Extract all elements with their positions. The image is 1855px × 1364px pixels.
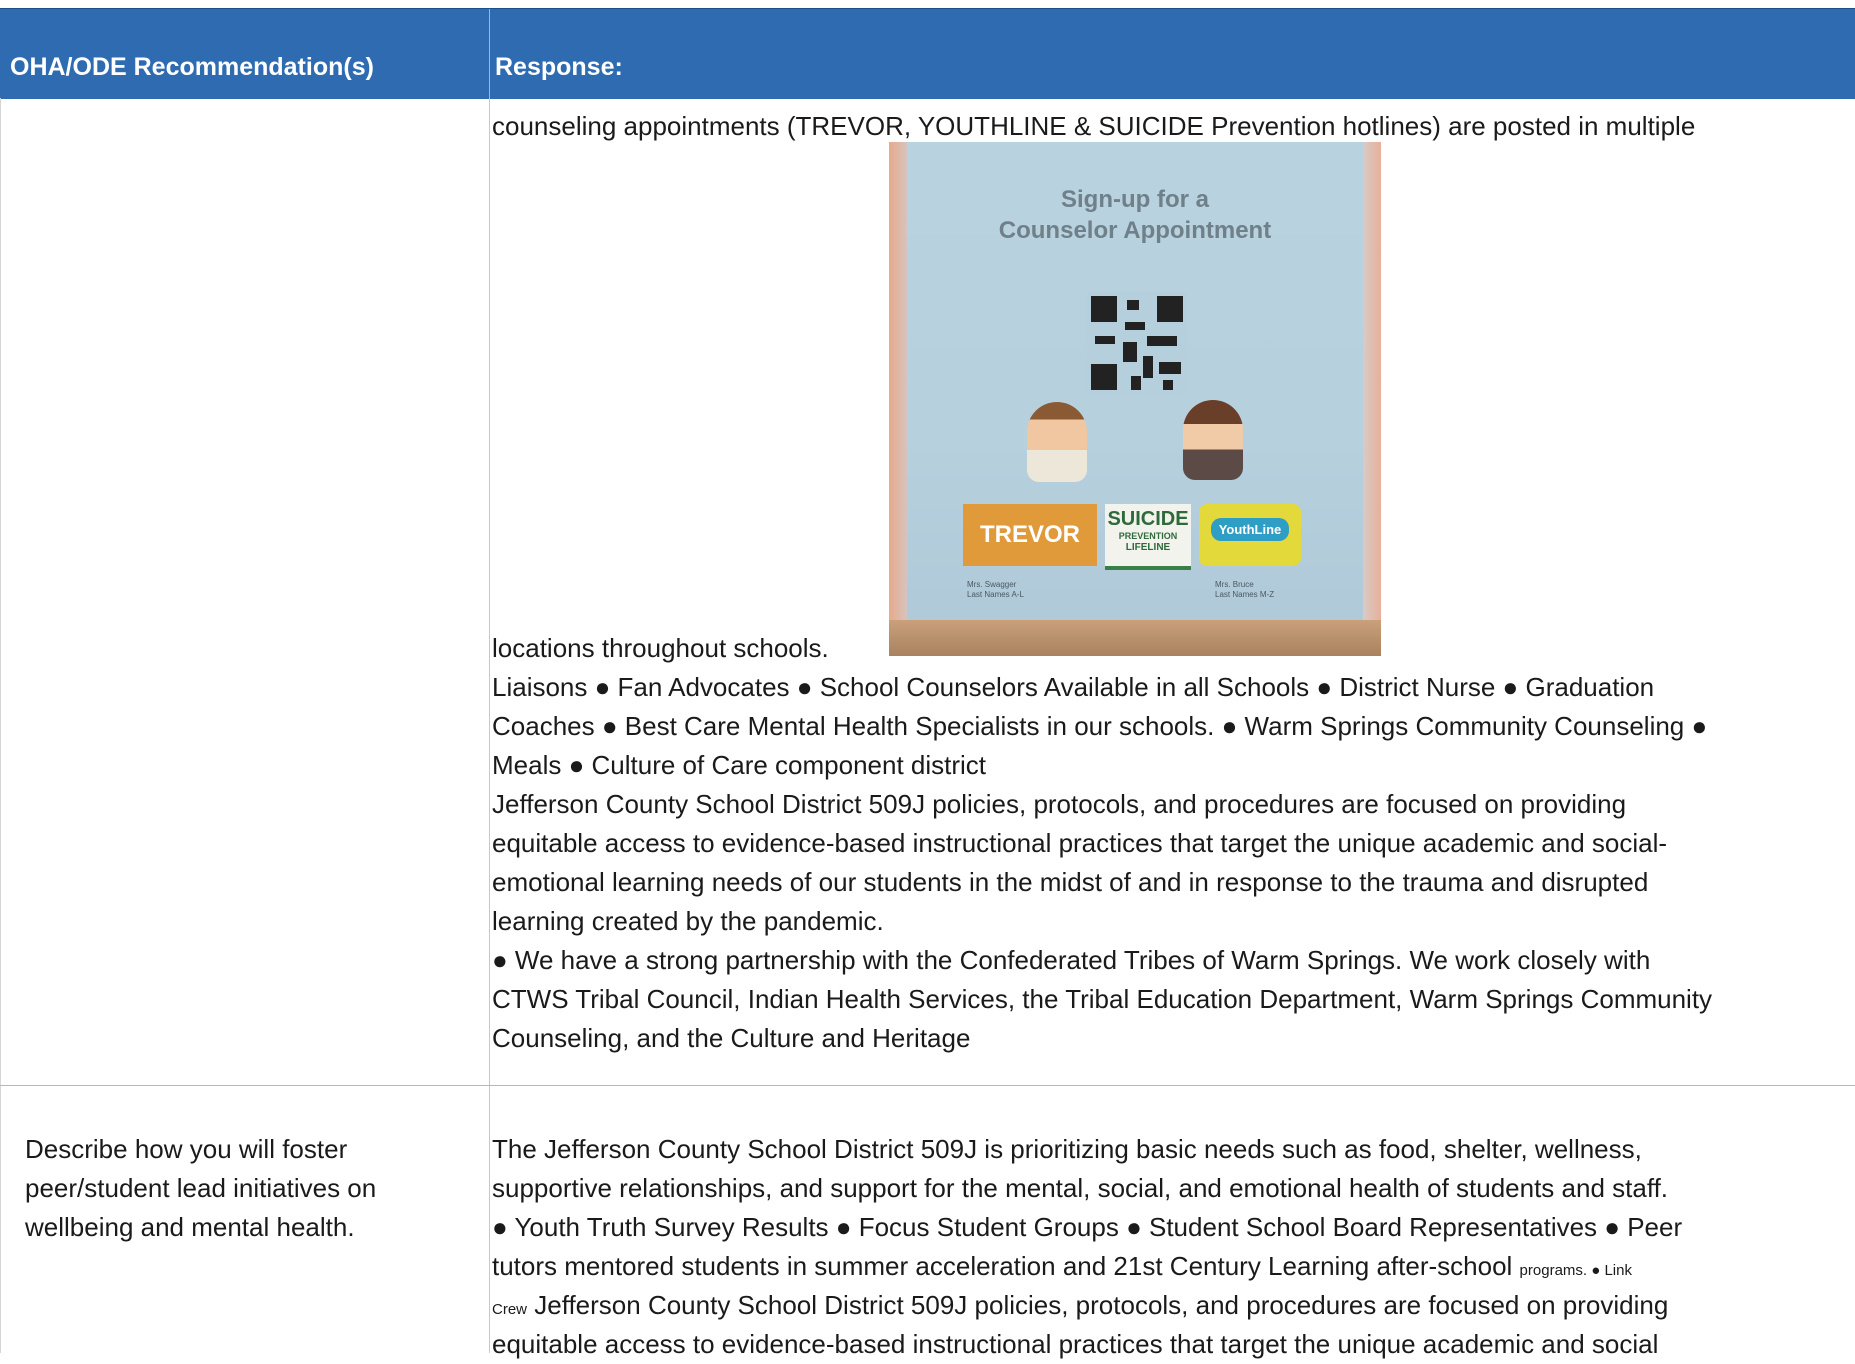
row1-text-line: Coaches ● Best Care Mental Health Specia… <box>492 711 1708 741</box>
poster-contact-left: Mrs. Swagger Last Names A-L <box>967 580 1024 600</box>
contact-right-name: Mrs. Bruce <box>1215 580 1254 589</box>
contact-left-name: Mrs. Swagger <box>967 580 1017 589</box>
counselor-poster-photo: Sign-up for a Counselor Appointment TREV… <box>889 142 1381 656</box>
row-divider <box>0 1085 1855 1086</box>
row1-text-line: ● We have a strong partnership with the … <box>492 945 1651 975</box>
poster-title-line2: Counselor Appointment <box>998 217 1272 244</box>
row1-text-line: counseling appointments (TREVOR, YOUTHLI… <box>492 111 1696 141</box>
contact-left-range: Last Names A-L <box>967 590 1024 599</box>
row2-question-line: peer/student lead initiatives on <box>25 1173 377 1203</box>
row2-question-line: wellbeing and mental health. <box>25 1212 355 1242</box>
row2-small-text-segment: programs. ● Link <box>1519 1262 1632 1279</box>
row1-text-line: learning created by the pandemic. <box>492 906 884 936</box>
lifeline-logo-line3: LIFELINE <box>1125 542 1171 553</box>
qr-code-icon <box>1087 292 1187 394</box>
boy-avatar-icon <box>1027 402 1087 482</box>
lifeline-logo-line1: SUICIDE <box>1107 508 1189 530</box>
trevor-logo: TREVOR <box>963 504 1097 566</box>
youthline-logo: YouthLine <box>1199 504 1301 566</box>
row1-text-line: Meals ● Culture of Care component distri… <box>492 750 987 780</box>
poster-shelf <box>889 620 1381 656</box>
row2-text-line: equitable access to evidence-based instr… <box>492 1329 1659 1359</box>
row2-text-segment: Jefferson County School District 509J po… <box>527 1290 1669 1320</box>
lifeline-logo-line2: PREVENTION <box>1118 531 1178 541</box>
row2-text-segment: tutors mentored students in summer accel… <box>492 1251 1520 1281</box>
table-header: OHA/ODE Recommendation(s) Response: <box>0 8 1855 99</box>
row2-small-text-segment: Crew <box>492 1301 528 1318</box>
header-recommendation-label: OHA/ODE Recommendation(s) <box>10 53 374 81</box>
poster-title-line1: Sign-up for a <box>1061 186 1209 213</box>
suicide-prevention-lifeline-logo: SUICIDE PREVENTION LIFELINE <box>1105 504 1191 570</box>
column-divider <box>489 98 490 1353</box>
table-left-border <box>0 98 1 1353</box>
recommendation-response-table: OHA/ODE Recommendation(s) Response: coun… <box>0 0 1855 1359</box>
header-response-label: Response: <box>495 53 623 81</box>
row1-text-line: emotional learning needs of our students… <box>492 867 1649 897</box>
youthline-logo-text: YouthLine <box>1210 518 1290 541</box>
row2-text-line: tutors mentored students in summer accel… <box>492 1247 1632 1290</box>
girl-avatar-icon <box>1183 400 1243 480</box>
row1-text-line: equitable access to evidence-based instr… <box>492 828 1668 858</box>
row1-text-line: Liaisons ● Fan Advocates ● School Counse… <box>492 672 1655 702</box>
row2-text-line: The Jefferson County School District 509… <box>492 1134 1642 1164</box>
row2-question-line: Describe how you will foster <box>25 1134 348 1164</box>
poster-contact-right: Mrs. Bruce Last Names M-Z <box>1215 580 1274 600</box>
row1-text-line: Counseling, and the Culture and Heritage <box>492 1023 971 1053</box>
trevor-logo-text: TREVOR <box>979 521 1080 548</box>
row1-text-line: Jefferson County School District 509J po… <box>492 789 1627 819</box>
row2-text-line: Crew Jefferson County School District 50… <box>492 1286 1668 1329</box>
contact-right-range: Last Names M-Z <box>1215 590 1275 599</box>
poster-sheet: Sign-up for a Counselor Appointment TREV… <box>907 142 1363 634</box>
row2-text-line: ● Youth Truth Survey Results ● Focus Stu… <box>492 1212 1683 1242</box>
row1-text-line: locations throughout schools. <box>492 633 829 663</box>
row1-text-line: CTWS Tribal Council, Indian Health Servi… <box>492 984 1713 1014</box>
row2-text-line: supportive relationships, and support fo… <box>492 1173 1669 1203</box>
